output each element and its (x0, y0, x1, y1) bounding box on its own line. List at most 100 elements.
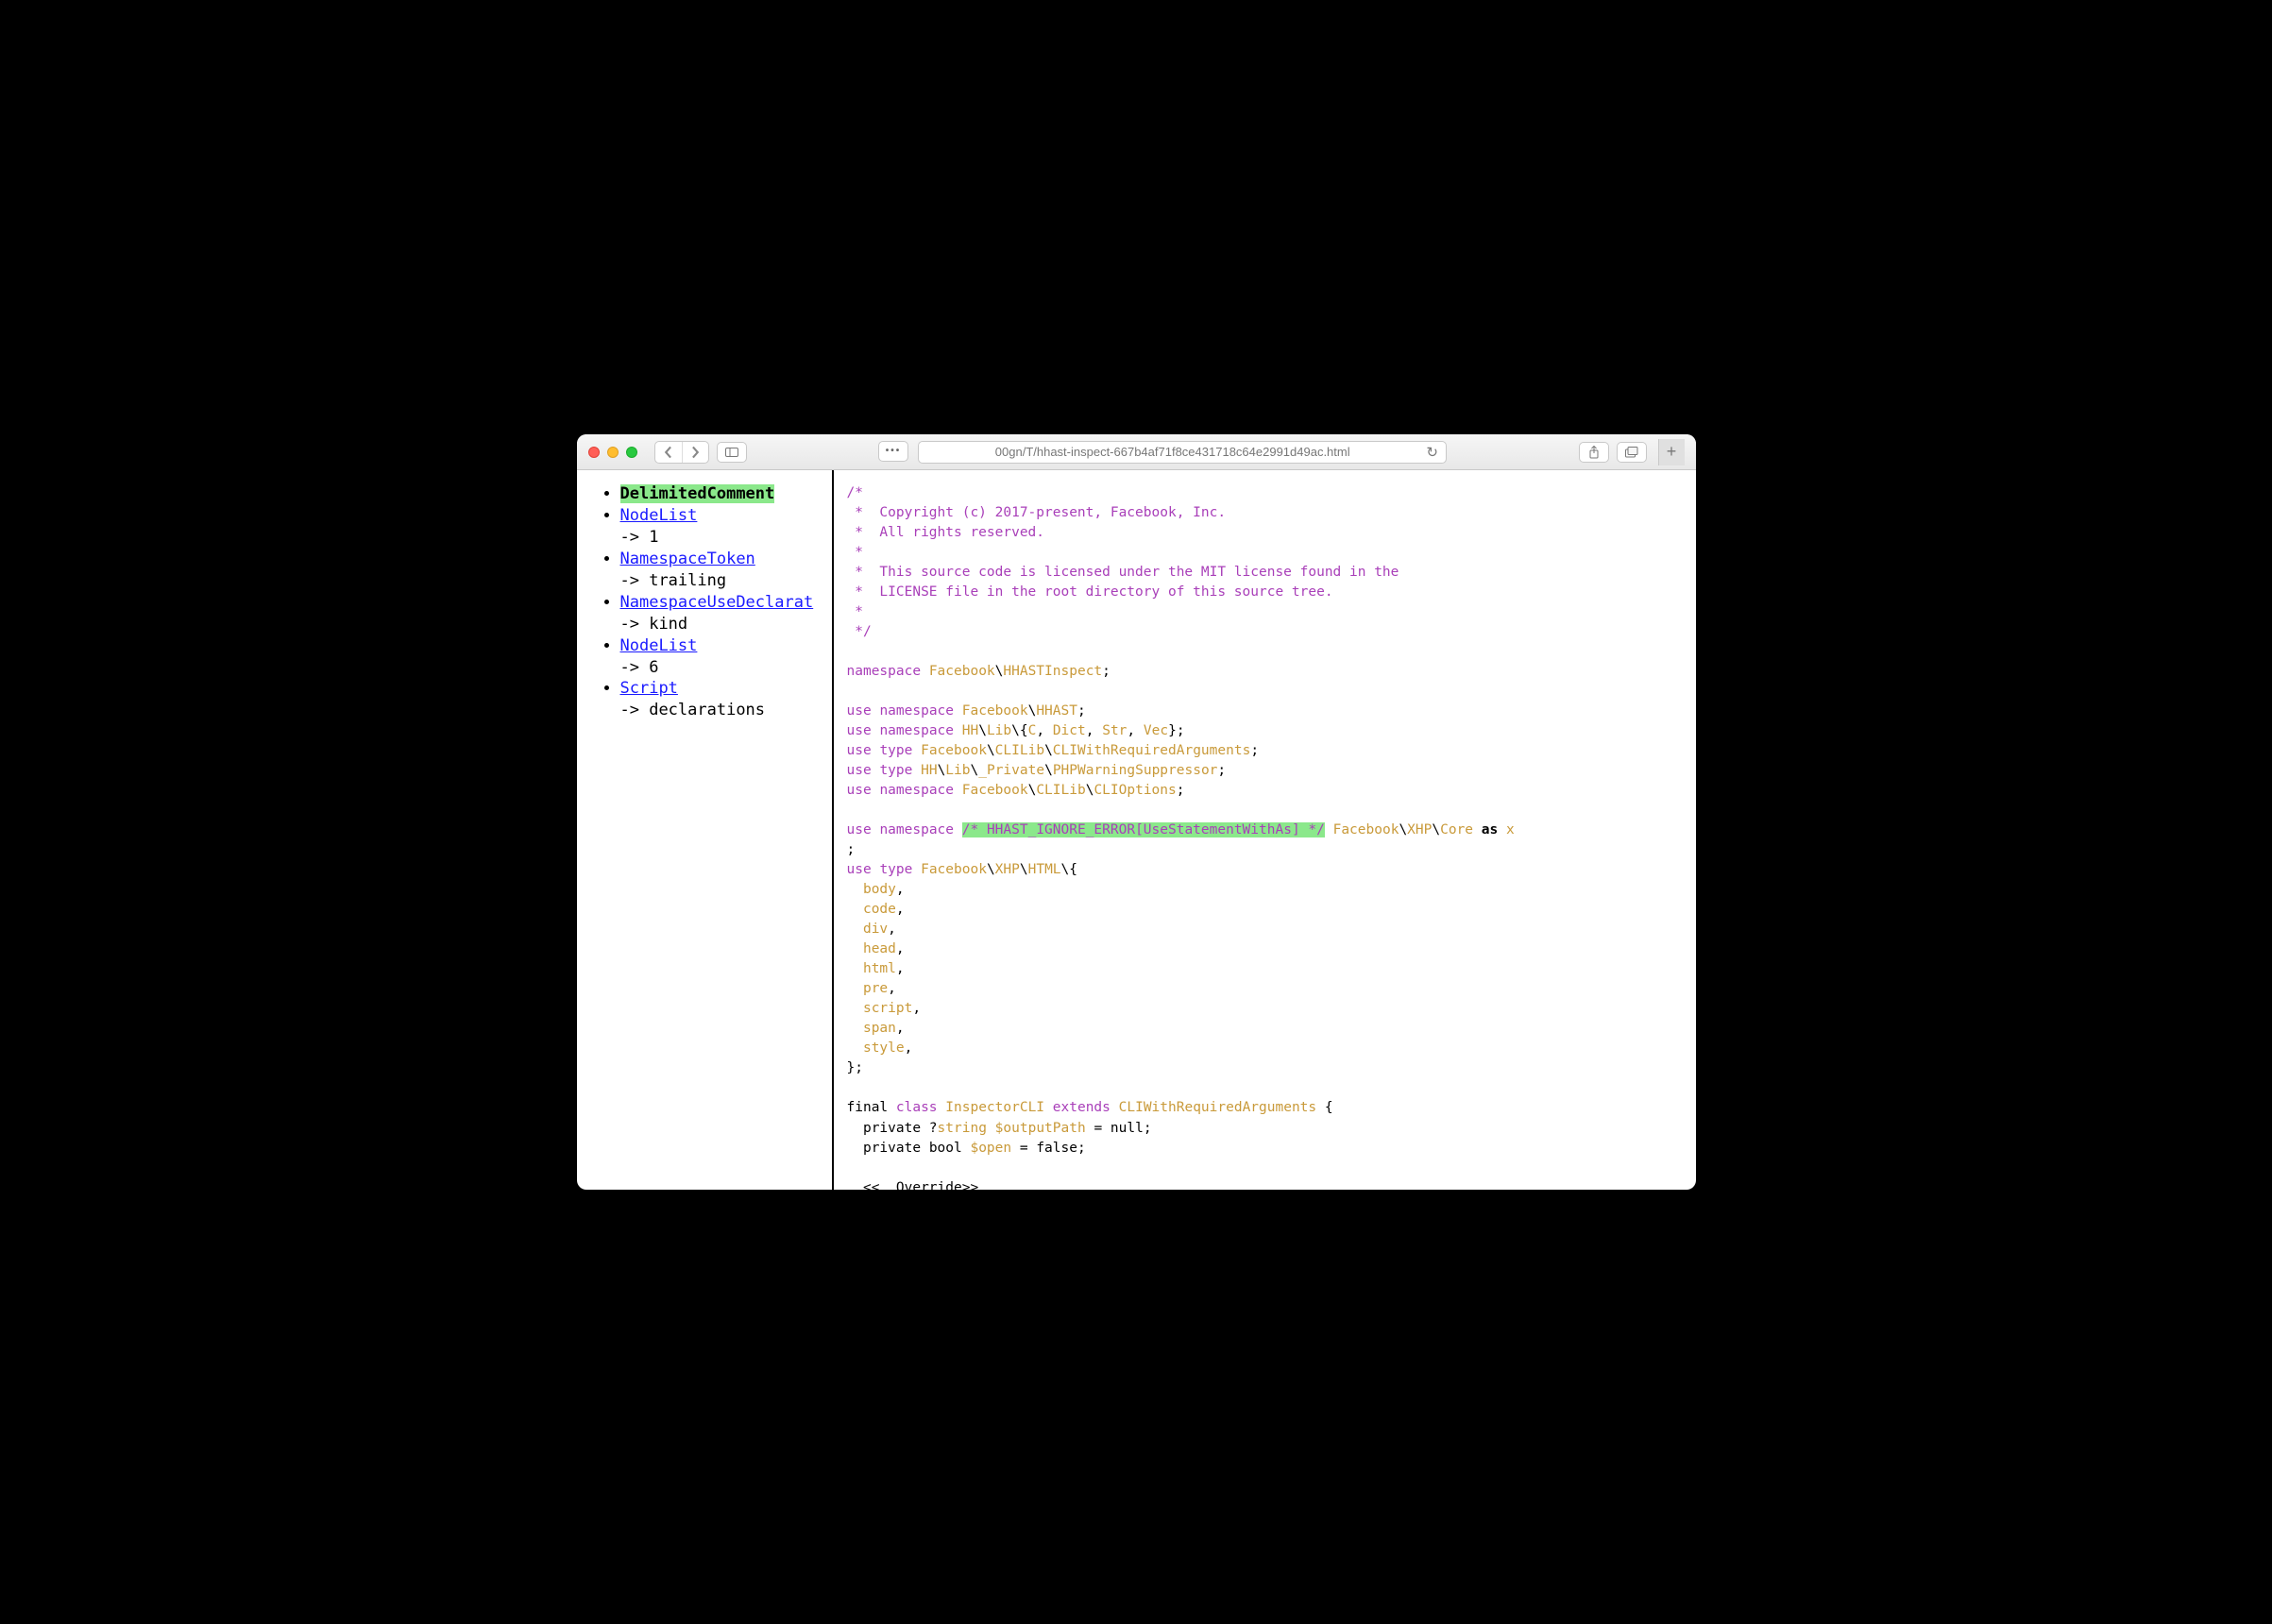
reader-button[interactable]: ••• (878, 441, 908, 462)
kw: namespace (879, 822, 954, 837)
close-window-button[interactable] (588, 447, 600, 458)
ns: Facebook (962, 783, 1028, 798)
ns: CLILib (995, 743, 1044, 758)
code-comment: * LICENSE file in the root directory of … (847, 584, 1333, 600)
var: $outputPath (995, 1121, 1086, 1136)
share-icon (1587, 446, 1601, 459)
sidebar-link-namespacetoken[interactable]: NamespaceToken (620, 550, 755, 568)
sidebar-link-nodelist-1[interactable]: NodeList (620, 506, 698, 525)
kw: private (863, 1141, 921, 1156)
ns: style (863, 1040, 905, 1056)
new-tab-button[interactable]: + (1658, 439, 1685, 465)
sidebar-link-delimitedcomment[interactable]: DelimitedComment (620, 484, 775, 503)
kw: use (847, 743, 872, 758)
ns: C (1028, 723, 1037, 738)
code-pane[interactable]: /* * Copyright (c) 2017-present, Faceboo… (834, 470, 1696, 1190)
ns: div (863, 922, 888, 937)
sidebar: DelimitedComment NodeList -> 1 Namespace… (577, 470, 834, 1190)
nav-buttons (654, 441, 709, 464)
forward-button[interactable] (682, 442, 708, 463)
sidebar-item: DelimitedComment (620, 483, 824, 505)
kw: class (896, 1100, 938, 1115)
sidebar-list: DelimitedComment NodeList -> 1 Namespace… (585, 483, 824, 721)
ns: XHP (995, 862, 1020, 877)
toolbar-right: + (1579, 439, 1685, 465)
ns: Facebook (921, 862, 987, 877)
ns: Dict (1053, 723, 1086, 738)
ns: html (863, 961, 896, 976)
ns: Lib (945, 763, 970, 778)
type: bool (929, 1141, 962, 1156)
ns: Facebook (929, 664, 995, 679)
text: = false; (1020, 1141, 1086, 1156)
tabs-button[interactable] (1617, 442, 1647, 463)
content: DelimitedComment NodeList -> 1 Namespace… (577, 470, 1696, 1190)
tabs-icon (1625, 446, 1638, 459)
sidebar-sub: -> trailing (620, 570, 824, 592)
ns: code (863, 902, 896, 917)
kw: namespace (879, 703, 954, 719)
class-name: InspectorCLI (945, 1100, 1044, 1115)
traffic-lights (588, 447, 637, 458)
sidebar-sub: -> 1 (620, 527, 824, 549)
ns: head (863, 941, 896, 956)
address-bar[interactable]: 00gn/T/hhast-inspect-667b4af71f8ce431718… (918, 441, 1447, 464)
ns: _Private (978, 763, 1044, 778)
kw: use (847, 822, 872, 837)
sidebar-sub: -> 6 (620, 657, 824, 679)
plus-icon: + (1667, 442, 1677, 462)
code-comment: /* (847, 485, 863, 500)
kw: namespace (879, 723, 954, 738)
ns: HH (921, 763, 937, 778)
sidebar-item: NodeList -> 6 (620, 635, 824, 679)
sidebar-link-namespaceusedeclarat[interactable]: NamespaceUseDeclarat (620, 593, 814, 612)
ns: script (863, 1001, 912, 1016)
class-name: CLIWithRequiredArguments (1119, 1100, 1317, 1115)
sidebar-item: NamespaceUseDeclarat -> kind (620, 592, 824, 635)
kw: use (847, 703, 872, 719)
code-comment: * (847, 604, 863, 619)
ns: Facebook (962, 703, 1028, 719)
sidebar-link-nodelist-6[interactable]: NodeList (620, 636, 698, 655)
ns: Facebook (921, 743, 987, 758)
ns: HH (962, 723, 978, 738)
ns: HTML (1028, 862, 1061, 877)
ns: x (1506, 822, 1515, 837)
reader-icon: ••• (886, 446, 902, 456)
code-comment: * All rights reserved. (847, 525, 1045, 540)
chevron-right-icon (688, 446, 702, 459)
sidebar-link-script[interactable]: Script (620, 679, 678, 698)
maximize-window-button[interactable] (626, 447, 637, 458)
ns: HHAST (1036, 703, 1077, 719)
titlebar: ••• 00gn/T/hhast-inspect-667b4af71f8ce43… (577, 434, 1696, 470)
code-comment: * (847, 545, 863, 560)
kw: use (847, 862, 872, 877)
minimize-window-button[interactable] (607, 447, 619, 458)
code-comment: * Copyright (c) 2017-present, Facebook, … (847, 505, 1227, 520)
var: $open (970, 1141, 1011, 1156)
kw: use (847, 763, 872, 778)
ns: Str (1102, 723, 1127, 738)
back-button[interactable] (655, 442, 682, 463)
ns: pre (863, 981, 888, 996)
ns: Lib (987, 723, 1011, 738)
ns: HHASTInspect (1003, 664, 1102, 679)
ns: CLIWithRequiredArguments (1053, 743, 1251, 758)
kw: namespace (847, 664, 922, 679)
sidebar-item: NodeList -> 1 (620, 505, 824, 549)
sidebar-sub: -> declarations (620, 700, 824, 721)
highlighted-comment: /* HHAST_IGNORE_ERROR[UseStatementWithAs… (962, 822, 1325, 837)
ns: CLIOptions (1094, 783, 1176, 798)
kw: type (879, 862, 912, 877)
reload-button[interactable]: ↻ (1426, 444, 1438, 461)
sidebar-item: Script -> declarations (620, 678, 824, 721)
code-comment: * This source code is licensed under the… (847, 565, 1399, 580)
text: = null; (1094, 1121, 1151, 1136)
kw: final (847, 1100, 889, 1115)
kw: use (847, 723, 872, 738)
share-button[interactable] (1579, 442, 1609, 463)
ns: PHPWarningSuppressor (1053, 763, 1218, 778)
kw: type (879, 743, 912, 758)
sidebar-icon (725, 446, 738, 459)
sidebar-toggle-button[interactable] (717, 442, 747, 463)
